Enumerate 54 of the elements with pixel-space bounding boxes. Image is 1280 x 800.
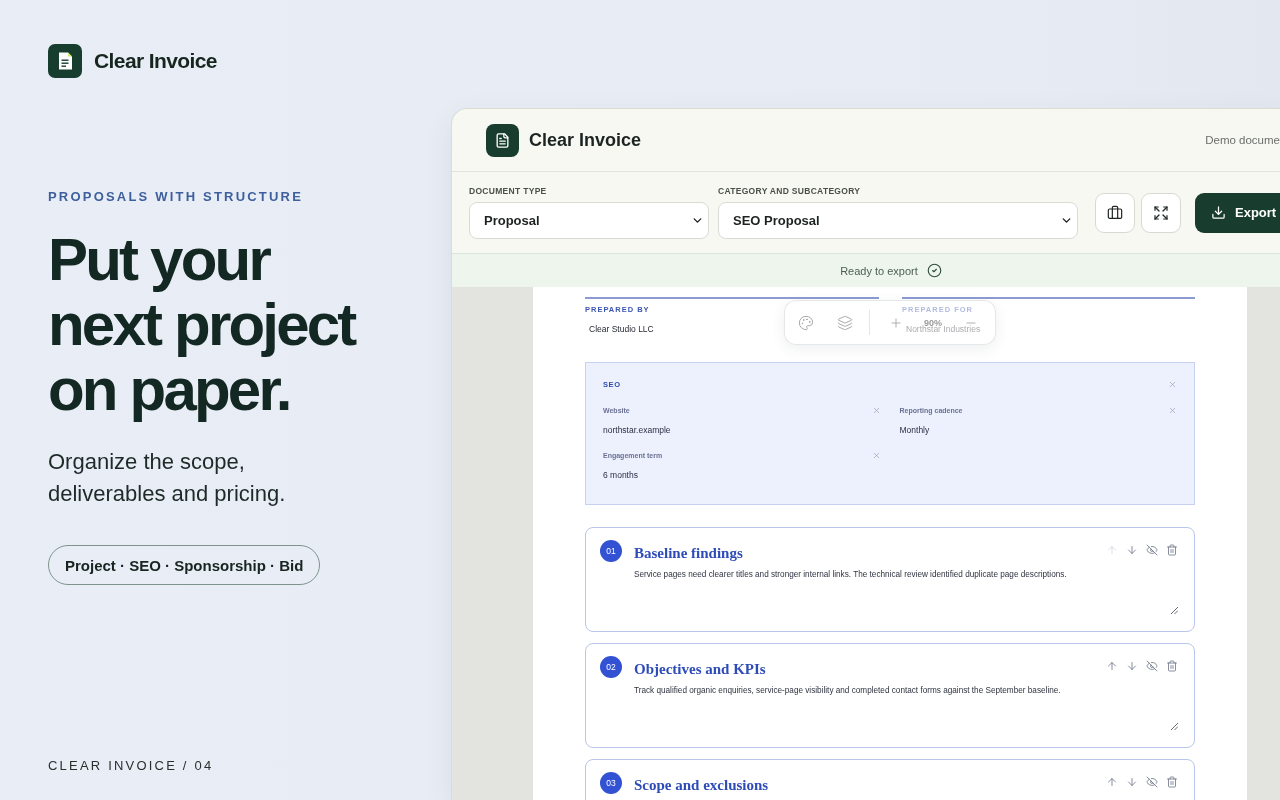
check-circle-icon [926,263,942,278]
trash-icon[interactable] [1166,776,1178,788]
section-title: Objectives and KPIs [634,660,767,678]
footer-caption: CLEAR INVOICE / 04 [48,758,214,774]
close-icon[interactable] [871,450,881,460]
section-number: 01 [600,540,622,562]
arrow-down-icon[interactable] [1126,776,1138,788]
download-icon [1211,205,1226,220]
section-number: 02 [600,656,622,678]
dropdown-select[interactable]: Proposal [469,202,709,239]
brand-name: Clear Invoice [94,49,217,73]
field-label: DOCUMENT TYPE [469,186,547,197]
close-icon[interactable] [1168,379,1177,389]
detail-value: 6 months [603,469,638,481]
section-number: 03 [600,772,622,794]
close-icon[interactable] [1168,405,1177,415]
briefcase-icon [1107,204,1123,221]
arrow-up-icon[interactable] [1106,660,1118,672]
arrow-down-icon[interactable] [1126,660,1138,672]
close-icon[interactable] [871,405,881,415]
section-body-field[interactable]: Service pages need clearer titles and stronger internal links. The technical review identified duplicate page descriptions. [634,566,1178,614]
field-label: CATEGORY AND SUBCATEGORY [718,186,861,197]
status-text: Ready to export [840,264,918,277]
expand-icon [1153,204,1169,221]
zoom-level: 90% [924,317,942,328]
trash-icon[interactable] [1166,660,1178,672]
plus-icon[interactable] [889,315,903,330]
party-value: Clear Studio LLC [588,323,654,335]
section-title: Baseline findings [634,544,744,562]
export-button[interactable]: Export [1195,192,1280,233]
arrow-up-icon[interactable] [1106,776,1118,788]
document-logo-icon [48,44,82,78]
hero-subtitle: Organize the scope, deliverables and pricing. [48,448,287,508]
eye-off-icon[interactable] [1146,660,1158,672]
briefcase-button[interactable] [1095,192,1135,233]
app-title: Clear Invoice [529,129,642,151]
detail-value: northstar.example [603,424,671,436]
resize-grip-icon[interactable] [1170,722,1178,730]
document-logo-icon [486,123,519,157]
trash-icon[interactable] [1166,544,1178,556]
expand-button[interactable] [1141,192,1181,233]
arrow-down-icon[interactable] [1126,544,1138,556]
hero-headline: Put your next project on paper. [48,227,355,422]
detail-value: Monthly [899,424,930,436]
palette-icon[interactable] [798,314,814,331]
eye-off-icon[interactable] [1146,776,1158,788]
section-body-field[interactable]: Track qualified organic enquiries, service-page visibility and completed contact forms against the September baseline. [634,682,1178,730]
hero-eyebrow: PROPOSALS WITH STRUCTURE [48,189,304,205]
resize-grip-icon[interactable] [1170,606,1178,614]
layers-icon[interactable] [837,314,853,331]
section-title: Scope and exclusions [634,776,770,794]
eye-off-icon[interactable] [1146,544,1158,556]
header-note: Demo docume [1205,134,1280,146]
dropdown-select[interactable]: SEO Proposal [718,202,1078,239]
